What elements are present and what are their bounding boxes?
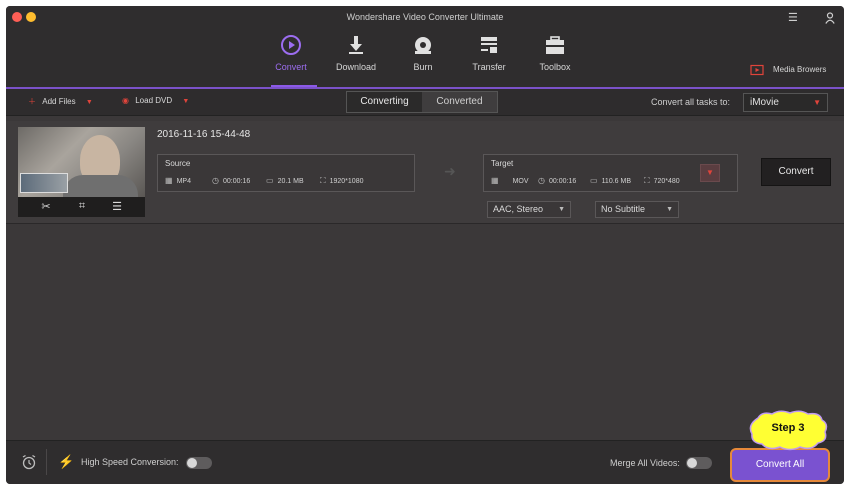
tab-toolbox-label: Toolbox: [539, 62, 571, 72]
target-title: Target: [491, 159, 514, 168]
lightning-icon: ⚡: [58, 454, 75, 469]
toggle-knob: [687, 458, 697, 468]
folder-icon: ▭: [266, 176, 274, 185]
tab-transfer[interactable]: Transfer: [457, 34, 521, 72]
audio-track-value: AAC, Stereo: [493, 204, 544, 214]
segment-converting[interactable]: Converting: [347, 92, 422, 112]
convert-all-format-value: iMovie: [750, 97, 779, 108]
effects-sliders-icon[interactable]: ☰: [107, 200, 127, 213]
target-size: ▭ 110.6 MB: [590, 176, 632, 185]
transfer-icon: [481, 37, 497, 53]
tab-convert[interactable]: Convert: [259, 34, 323, 72]
app-window: Wondershare Video Converter Ultimate ☰ C…: [6, 6, 844, 484]
resolution-icon: ⛶: [320, 176, 326, 185]
tab-convert-label: Convert: [275, 62, 307, 72]
subtitle-value: No Subtitle: [601, 204, 646, 214]
arrow-right-icon: ➜: [444, 163, 456, 179]
film-icon: ▦: [165, 176, 173, 185]
convert-icon: [281, 35, 301, 55]
load-dvd-button[interactable]: ◉ Load DVD ▼: [122, 96, 189, 105]
trim-scissors-icon[interactable]: ✂: [36, 200, 56, 213]
merge-videos-label: Merge All Videos:: [610, 458, 680, 468]
crop-icon[interactable]: ⌗: [72, 200, 92, 213]
merge-videos-toggle[interactable]: [686, 457, 712, 469]
thumbnail-inset-preview: [20, 173, 68, 193]
alarm-clock-icon[interactable]: [21, 454, 37, 470]
media-browser-icon[interactable]: [750, 63, 764, 76]
target-resolution: ⛶ 720*480: [644, 176, 680, 185]
tab-download[interactable]: Download: [324, 34, 388, 72]
user-icon[interactable]: [825, 11, 835, 24]
menu-icon[interactable]: ☰: [788, 11, 798, 24]
add-files-button[interactable]: ＋ Add Files ▼: [28, 96, 93, 107]
load-dvd-label: Load DVD: [135, 96, 173, 105]
target-format-dropdown-icon[interactable]: ▼: [700, 164, 720, 182]
window-title: Wondershare Video Converter Ultimate: [346, 12, 504, 22]
step-callout-text: Step 3: [771, 422, 805, 434]
status-segmented-control: Converting Converted: [346, 91, 498, 113]
toolbar: ＋ Add Files ▼ ◉ Load DVD ▼ Converting Co…: [6, 89, 844, 116]
file-list-item: ✂ ⌗ ☰ 2016-11-16 15-44-48 Source ▦ MP4 ◷ 0…: [6, 121, 844, 224]
toolbox-icon: [546, 36, 564, 54]
resolution-icon: ⛶: [644, 176, 650, 185]
media-browser-label[interactable]: Media Browers: [773, 65, 826, 74]
convert-all-format-select[interactable]: iMovie ▼: [743, 93, 828, 112]
load-dvd-dropdown-icon[interactable]: ▼: [182, 98, 189, 105]
top-navigation-bar: Wondershare Video Converter Ultimate ☰ C…: [6, 6, 844, 87]
target-duration: ◷ 00:00:16: [538, 176, 577, 185]
dvd-icon: ◉: [122, 96, 129, 105]
convert-all-button[interactable]: Convert All: [730, 448, 830, 482]
bottom-bar: ⚡ High Speed Conversion: Merge All Video…: [6, 440, 844, 484]
convert-all-tasks-label: Convert all tasks to:: [651, 97, 731, 107]
bottom-divider: [46, 449, 47, 475]
chevron-down-icon: ▼: [558, 206, 565, 213]
audio-track-select[interactable]: AAC, Stereo ▼: [487, 201, 571, 218]
download-icon: [349, 36, 363, 54]
subtitle-select[interactable]: No Subtitle ▼: [595, 201, 679, 218]
burn-icon: [415, 37, 431, 54]
source-size: ▭ 20.1 MB: [266, 176, 304, 185]
thumbnail-edit-tools: ✂ ⌗ ☰: [18, 197, 145, 217]
source-format: ▦ MP4: [165, 176, 191, 185]
high-speed-toggle[interactable]: [186, 457, 212, 469]
tab-download-label: Download: [335, 62, 377, 72]
film-icon: ▦: [491, 176, 499, 185]
source-resolution: ⛶ 1920*1080: [320, 176, 364, 185]
tab-toolbox[interactable]: Toolbox: [523, 34, 587, 72]
chevron-down-icon: ▼: [666, 206, 673, 213]
convert-button[interactable]: Convert: [761, 158, 831, 186]
file-name: 2016-11-16 15-44-48: [157, 129, 251, 140]
folder-icon: ▭: [590, 176, 598, 185]
toggle-knob: [187, 458, 197, 468]
clock-icon: ◷: [538, 176, 545, 185]
target-format: ▦ MOV: [491, 176, 529, 185]
add-icon: ＋: [28, 97, 36, 106]
tab-burn[interactable]: Burn: [391, 34, 455, 72]
tab-transfer-label: Transfer: [472, 62, 506, 72]
segment-converted[interactable]: Converted: [422, 92, 497, 112]
add-files-dropdown-icon[interactable]: ▼: [86, 99, 93, 106]
source-info-box: Source ▦ MP4 ◷ 00:00:16 ▭ 20.1 MB ⛶ 1920*108…: [157, 154, 415, 192]
high-speed-label: High Speed Conversion:: [81, 457, 179, 467]
add-files-label: Add Files: [42, 97, 76, 106]
chevron-down-icon: ▼: [813, 98, 821, 107]
source-duration: ◷ 00:00:16: [212, 176, 251, 185]
clock-icon: ◷: [212, 176, 219, 185]
tab-burn-label: Burn: [413, 62, 433, 72]
source-title: Source: [165, 159, 191, 168]
